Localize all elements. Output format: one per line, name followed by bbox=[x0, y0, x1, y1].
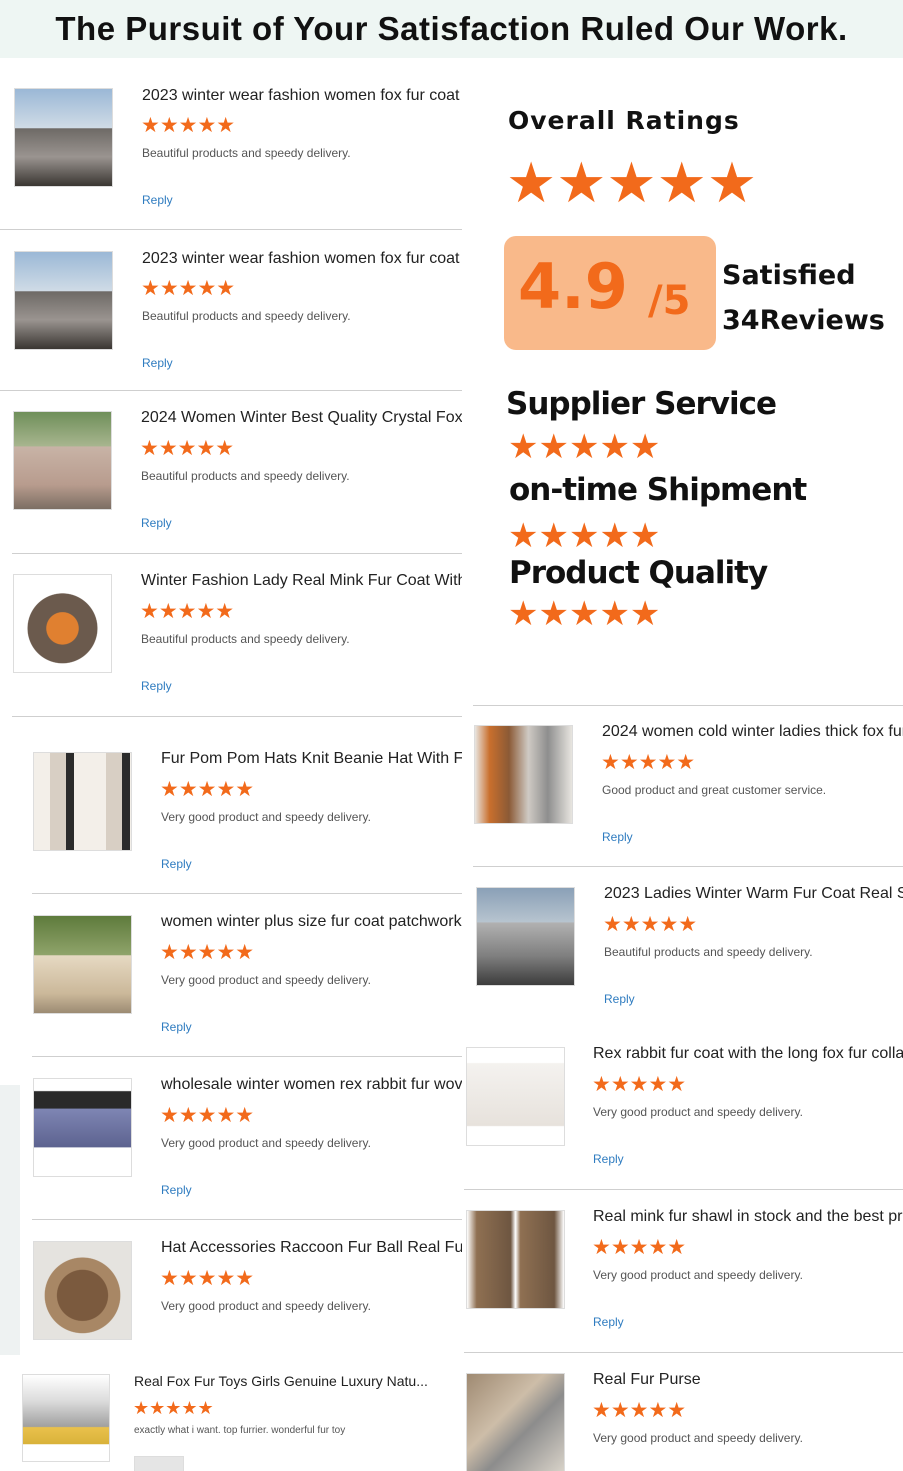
reply-link[interactable]: Reply bbox=[593, 1315, 624, 1329]
supplier-service-stars: ★★★★★ bbox=[508, 427, 661, 467]
reply-link[interactable]: Reply bbox=[602, 830, 633, 844]
reply-link[interactable]: Reply bbox=[161, 1020, 192, 1034]
product-image[interactable] bbox=[466, 1047, 565, 1146]
review-title[interactable]: Fur Pom Pom Hats Knit Beanie Hat With Fu… bbox=[161, 750, 462, 768]
review-title[interactable]: 2023 winter wear fashion women fox fur c… bbox=[142, 87, 460, 105]
review-title[interactable]: Hat Accessories Raccoon Fur Ball Real Fu… bbox=[161, 1239, 462, 1257]
overall-rating-stars: ★★★★★ bbox=[506, 151, 758, 216]
review-comment: Very good product and speedy delivery. bbox=[593, 1105, 803, 1119]
score-value: 4.9 bbox=[518, 250, 628, 323]
reply-link[interactable]: Reply bbox=[142, 356, 173, 370]
reply-link[interactable]: Reply bbox=[161, 1183, 192, 1197]
satisfied-label: Satisfied bbox=[722, 260, 856, 291]
rating-stars: ★★★★★ bbox=[141, 276, 236, 300]
review-card: 2023 winter wear fashion women fox fur c… bbox=[0, 231, 462, 391]
review-title[interactable]: Real Fur Purse bbox=[593, 1371, 701, 1389]
rating-stars: ★★★★★ bbox=[140, 599, 235, 623]
review-card: women winter plus size fur coat patchwor… bbox=[32, 896, 462, 1057]
on-time-shipment-stars: ★★★★★ bbox=[508, 516, 661, 556]
review-comment: Very good product and speedy delivery. bbox=[161, 973, 371, 987]
product-image[interactable] bbox=[474, 725, 573, 824]
review-comment: Very good product and speedy delivery. bbox=[161, 1136, 371, 1150]
product-image[interactable] bbox=[14, 251, 113, 350]
rating-stars: ★★★★★ bbox=[160, 777, 255, 801]
review-card: Real Fox Fur Toys Girls Genuine Luxury N… bbox=[12, 1356, 462, 1471]
review-photo[interactable] bbox=[134, 1456, 184, 1471]
review-title[interactable]: 2024 women cold winter ladies thick fox … bbox=[602, 723, 903, 741]
review-card: Real Fur Purse ★★★★★ Very good product a… bbox=[464, 1354, 903, 1471]
product-image[interactable] bbox=[33, 1241, 132, 1340]
top-banner: The Pursuit of Your Satisfaction Ruled O… bbox=[0, 0, 903, 58]
reply-link[interactable]: Reply bbox=[604, 992, 635, 1006]
review-card: Real mink fur shawl in stock and the bes… bbox=[464, 1191, 903, 1353]
rating-stars: ★★★★★ bbox=[133, 1398, 214, 1419]
review-comment: Beautiful products and speedy delivery. bbox=[141, 632, 350, 646]
reply-link[interactable]: Reply bbox=[141, 516, 172, 530]
review-title[interactable]: Rex rabbit fur coat with the long fox fu… bbox=[593, 1045, 903, 1063]
review-card: Rex rabbit fur coat with the long fox fu… bbox=[464, 1028, 903, 1190]
review-comment: Very good product and speedy delivery. bbox=[161, 810, 371, 824]
rating-stars: ★★★★★ bbox=[160, 940, 255, 964]
rating-stars: ★★★★★ bbox=[601, 750, 696, 774]
product-image[interactable] bbox=[33, 915, 132, 1014]
review-title[interactable]: 2023 winter wear fashion women fox fur c… bbox=[142, 250, 460, 268]
review-title[interactable]: 2024 Women Winter Best Quality Crystal F… bbox=[141, 409, 462, 427]
product-image[interactable] bbox=[33, 752, 132, 851]
product-quality-label: Product Quality bbox=[509, 555, 768, 591]
rating-stars: ★★★★★ bbox=[141, 113, 236, 137]
product-image[interactable] bbox=[22, 1374, 110, 1462]
review-card: 2023 Ladies Winter Warm Fur Coat Real S … bbox=[475, 868, 903, 1030]
review-title[interactable]: Winter Fashion Lady Real Mink Fur Coat W… bbox=[141, 572, 462, 590]
review-card: Fur Pom Pom Hats Knit Beanie Hat With Fu… bbox=[32, 733, 462, 894]
review-comment: Very good product and speedy delivery. bbox=[593, 1268, 803, 1282]
product-image[interactable] bbox=[466, 1373, 565, 1471]
score-badge: 4.9 /5 bbox=[504, 236, 716, 350]
rating-stars: ★★★★★ bbox=[140, 436, 235, 460]
review-card: 2024 women cold winter ladies thick fox … bbox=[473, 705, 903, 867]
reply-link[interactable]: Reply bbox=[142, 193, 173, 207]
review-count-label: 34Reviews bbox=[722, 305, 885, 336]
rating-stars: ★★★★★ bbox=[592, 1398, 687, 1422]
product-image[interactable] bbox=[14, 88, 113, 187]
reply-link[interactable]: Reply bbox=[593, 1152, 624, 1166]
rating-stars: ★★★★★ bbox=[592, 1235, 687, 1259]
product-image[interactable] bbox=[33, 1078, 132, 1177]
product-image[interactable] bbox=[13, 411, 112, 510]
review-card: Hat Accessories Raccoon Fur Ball Real Fu… bbox=[32, 1222, 462, 1350]
supplier-service-label: Supplier Service bbox=[506, 386, 777, 422]
review-comment: Good product and great customer service. bbox=[602, 783, 827, 797]
review-comment: Beautiful products and speedy delivery. bbox=[604, 945, 813, 959]
review-comment: Very good product and speedy delivery. bbox=[161, 1299, 371, 1313]
rating-stars: ★★★★★ bbox=[592, 1072, 687, 1096]
review-comment: exactly what i want. top furrier. wonder… bbox=[134, 1425, 346, 1436]
product-image[interactable] bbox=[476, 887, 575, 986]
review-card: Winter Fashion Lady Real Mink Fur Coat W… bbox=[12, 555, 462, 717]
reply-link[interactable]: Reply bbox=[161, 857, 192, 871]
review-title[interactable]: women winter plus size fur coat patchwor… bbox=[161, 913, 462, 931]
rating-stars: ★★★★★ bbox=[603, 912, 698, 936]
review-comment: Beautiful products and speedy delivery. bbox=[141, 469, 350, 483]
review-title[interactable]: wholesale winter women rex rabbit fur wo… bbox=[161, 1076, 462, 1094]
score-denominator: /5 bbox=[648, 278, 691, 324]
product-image[interactable] bbox=[466, 1210, 565, 1309]
review-card: wholesale winter women rex rabbit fur wo… bbox=[32, 1059, 462, 1220]
overall-ratings-panel: Overall Ratings ★★★★★ 4.9 /5 Satisfied 3… bbox=[462, 58, 903, 700]
product-image[interactable] bbox=[13, 574, 112, 673]
on-time-shipment-label: on-time Shipment bbox=[509, 472, 807, 508]
review-title[interactable]: Real mink fur shawl in stock and the bes… bbox=[593, 1208, 902, 1226]
review-comment: Beautiful products and speedy delivery. bbox=[142, 309, 351, 323]
reply-link[interactable]: Reply bbox=[141, 679, 172, 693]
review-card: 2023 winter wear fashion women fox fur c… bbox=[0, 66, 462, 230]
review-card: 2024 Women Winter Best Quality Crystal F… bbox=[12, 392, 462, 554]
overall-ratings-heading: Overall Ratings bbox=[508, 106, 740, 135]
review-title[interactable]: Real Fox Fur Toys Girls Genuine Luxury N… bbox=[134, 1373, 428, 1389]
rating-stars: ★★★★★ bbox=[160, 1266, 255, 1290]
product-quality-stars: ★★★★★ bbox=[508, 594, 661, 634]
rating-stars: ★★★★★ bbox=[160, 1103, 255, 1127]
banner-title: The Pursuit of Your Satisfaction Ruled O… bbox=[55, 10, 848, 47]
review-comment: Very good product and speedy delivery. bbox=[593, 1431, 803, 1445]
page-edge bbox=[0, 1085, 20, 1355]
review-comment: Beautiful products and speedy delivery. bbox=[142, 146, 351, 160]
review-title[interactable]: 2023 Ladies Winter Warm Fur Coat Real S bbox=[604, 885, 903, 903]
